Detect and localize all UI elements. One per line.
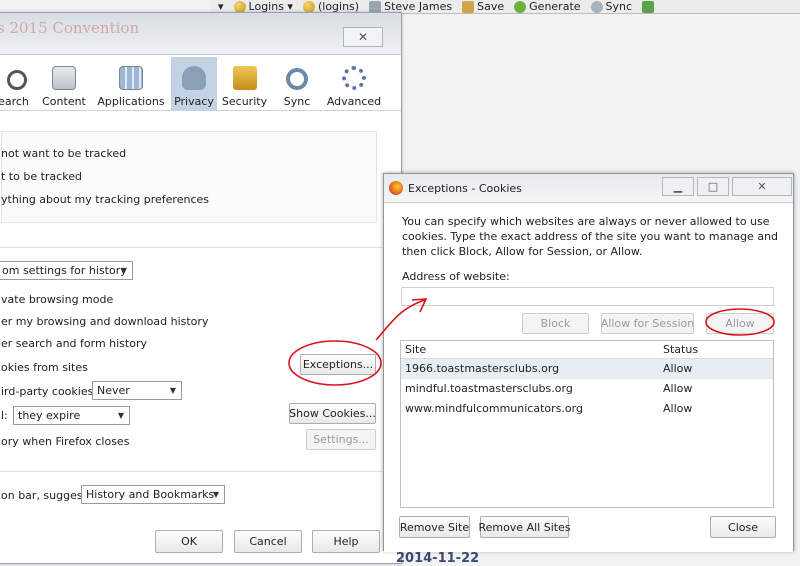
close-dialog-button[interactable]: ✕ <box>732 177 792 196</box>
history-mode-select[interactable]: om settings for history ▼ <box>0 261 133 280</box>
window-title: s 2015 Convention <box>0 19 140 37</box>
sync-item[interactable]: Sync <box>590 0 632 13</box>
home-icon <box>642 0 655 13</box>
remove-site-button[interactable]: Remove Site <box>399 516 470 538</box>
options-window: s 2015 Convention ✕ Search Content Appli… <box>0 12 402 564</box>
status-cell: Allow <box>663 382 693 395</box>
maximize-icon: □ <box>707 180 719 193</box>
table-row[interactable]: 1966.toastmastersclubs.org Allow <box>401 359 773 379</box>
location-bar-label: on bar, suggest: <box>1 489 91 502</box>
list-header: Site Status <box>401 341 773 359</box>
background-date-text: 2014-11-22 <box>396 551 480 566</box>
exceptions-title: Exceptions - Cookies <box>408 182 522 195</box>
cancel-button[interactable]: Cancel <box>234 530 302 553</box>
address-input[interactable] <box>401 287 774 306</box>
help-button[interactable]: Help <box>312 530 380 553</box>
status-cell: Allow <box>663 402 693 415</box>
column-status[interactable]: Status <box>663 343 698 356</box>
tab-advanced[interactable]: Advanced <box>322 57 386 111</box>
options-tabs: Search Content Applications Privacy Secu… <box>0 57 401 111</box>
save-icon <box>462 0 475 13</box>
sync-icon <box>286 68 308 90</box>
close-icon: ✕ <box>357 30 369 44</box>
tab-privacy[interactable]: Privacy <box>171 57 217 111</box>
tab-applications[interactable]: Applications <box>91 57 171 111</box>
close-icon: ✕ <box>757 180 767 193</box>
options-titlebar: s 2015 Convention ✕ <box>0 13 401 55</box>
history-option-private[interactable]: vate browsing mode <box>1 293 113 306</box>
search-icon <box>7 70 27 90</box>
tab-security[interactable]: Security <box>217 57 272 111</box>
address-label: Address of website: <box>402 270 510 283</box>
ok-button[interactable]: OK <box>155 530 223 553</box>
chevron-down-icon: ▼ <box>169 386 176 395</box>
tab-sync[interactable]: Sync <box>272 57 322 111</box>
history-option-search[interactable]: er search and form history <box>1 337 147 350</box>
allow-button[interactable]: Allow <box>706 313 774 334</box>
generate-icon <box>514 0 527 13</box>
exceptions-titlebar: Exceptions - Cookies ▁ □ ✕ <box>384 174 793 203</box>
close-button[interactable]: Close <box>710 516 776 538</box>
history-option-browsing[interactable]: er my browsing and download history <box>1 315 208 328</box>
tracking-option-1[interactable]: not want to be tracked <box>1 147 126 160</box>
gear-icon <box>342 66 366 90</box>
table-row[interactable]: mindful.toastmastersclubs.org Allow <box>401 379 773 399</box>
history-option-cookies[interactable]: okies from sites <box>1 361 88 374</box>
mask-icon <box>182 66 206 90</box>
tab-content[interactable]: Content <box>37 57 91 111</box>
sync-icon <box>590 0 603 13</box>
minimize-button[interactable]: ▁ <box>662 177 694 196</box>
firefox-icon <box>389 181 403 195</box>
allow-for-session-button[interactable]: Allow for Session <box>601 313 694 334</box>
remove-all-sites-button[interactable]: Remove All Sites <box>478 516 571 538</box>
exceptions-description: You can specify which websites are alway… <box>402 215 779 258</box>
site-cell: www.mindfulcommunicators.org <box>405 402 583 415</box>
third-party-select[interactable]: Never ▼ <box>92 381 182 400</box>
maximize-button[interactable]: □ <box>697 177 729 196</box>
site-cell: mindful.toastmastersclubs.org <box>405 382 573 395</box>
tab-search[interactable]: Search <box>0 57 37 111</box>
lock-icon <box>232 66 257 90</box>
show-cookies-button[interactable]: Show Cookies... <box>289 403 376 424</box>
third-party-label: ird-party cookies: <box>1 385 98 398</box>
applications-icon <box>119 66 143 90</box>
chevron-down-icon: ▼ <box>120 266 127 275</box>
chevron-down-icon: ▼ <box>212 490 219 499</box>
home-item[interactable] <box>642 0 655 13</box>
table-row[interactable]: www.mindfulcommunicators.org Allow <box>401 399 773 419</box>
close-window-button[interactable]: ✕ <box>343 27 383 47</box>
column-site[interactable]: Site <box>405 343 426 356</box>
exceptions-body: You can specify which websites are alway… <box>384 204 793 552</box>
block-button[interactable]: Block <box>522 313 589 334</box>
save-item[interactable]: Save <box>462 0 504 13</box>
status-cell: Allow <box>663 362 693 375</box>
minimize-icon: ▁ <box>673 180 683 193</box>
settings-button[interactable]: Settings... <box>306 429 376 450</box>
person-icon <box>369 0 382 13</box>
tracking-option-2[interactable]: t to be tracked <box>1 170 82 183</box>
divider <box>0 247 401 248</box>
site-cell: 1966.toastmastersclubs.org <box>405 362 560 375</box>
exceptions-button[interactable]: Exceptions... <box>300 354 376 375</box>
location-bar-select[interactable]: History and Bookmarks ▼ <box>81 485 225 504</box>
clear-history-option[interactable]: ory when Firefox closes <box>1 435 129 448</box>
tracking-option-3[interactable]: ything about my tracking preferences <box>1 193 209 206</box>
key-icon <box>302 0 315 13</box>
generate-item[interactable]: Generate <box>514 0 581 13</box>
key-icon <box>233 0 246 13</box>
content-icon <box>52 66 76 90</box>
chevron-down-icon: ▼ <box>117 411 124 420</box>
divider <box>0 471 401 472</box>
exceptions-cookies-dialog: Exceptions - Cookies ▁ □ ✕ You can speci… <box>383 173 794 552</box>
keep-until-label: l: <box>1 409 8 422</box>
keep-until-select[interactable]: they expire ▼ <box>13 406 130 425</box>
exceptions-list[interactable]: Site Status 1966.toastmastersclubs.org A… <box>400 340 774 508</box>
